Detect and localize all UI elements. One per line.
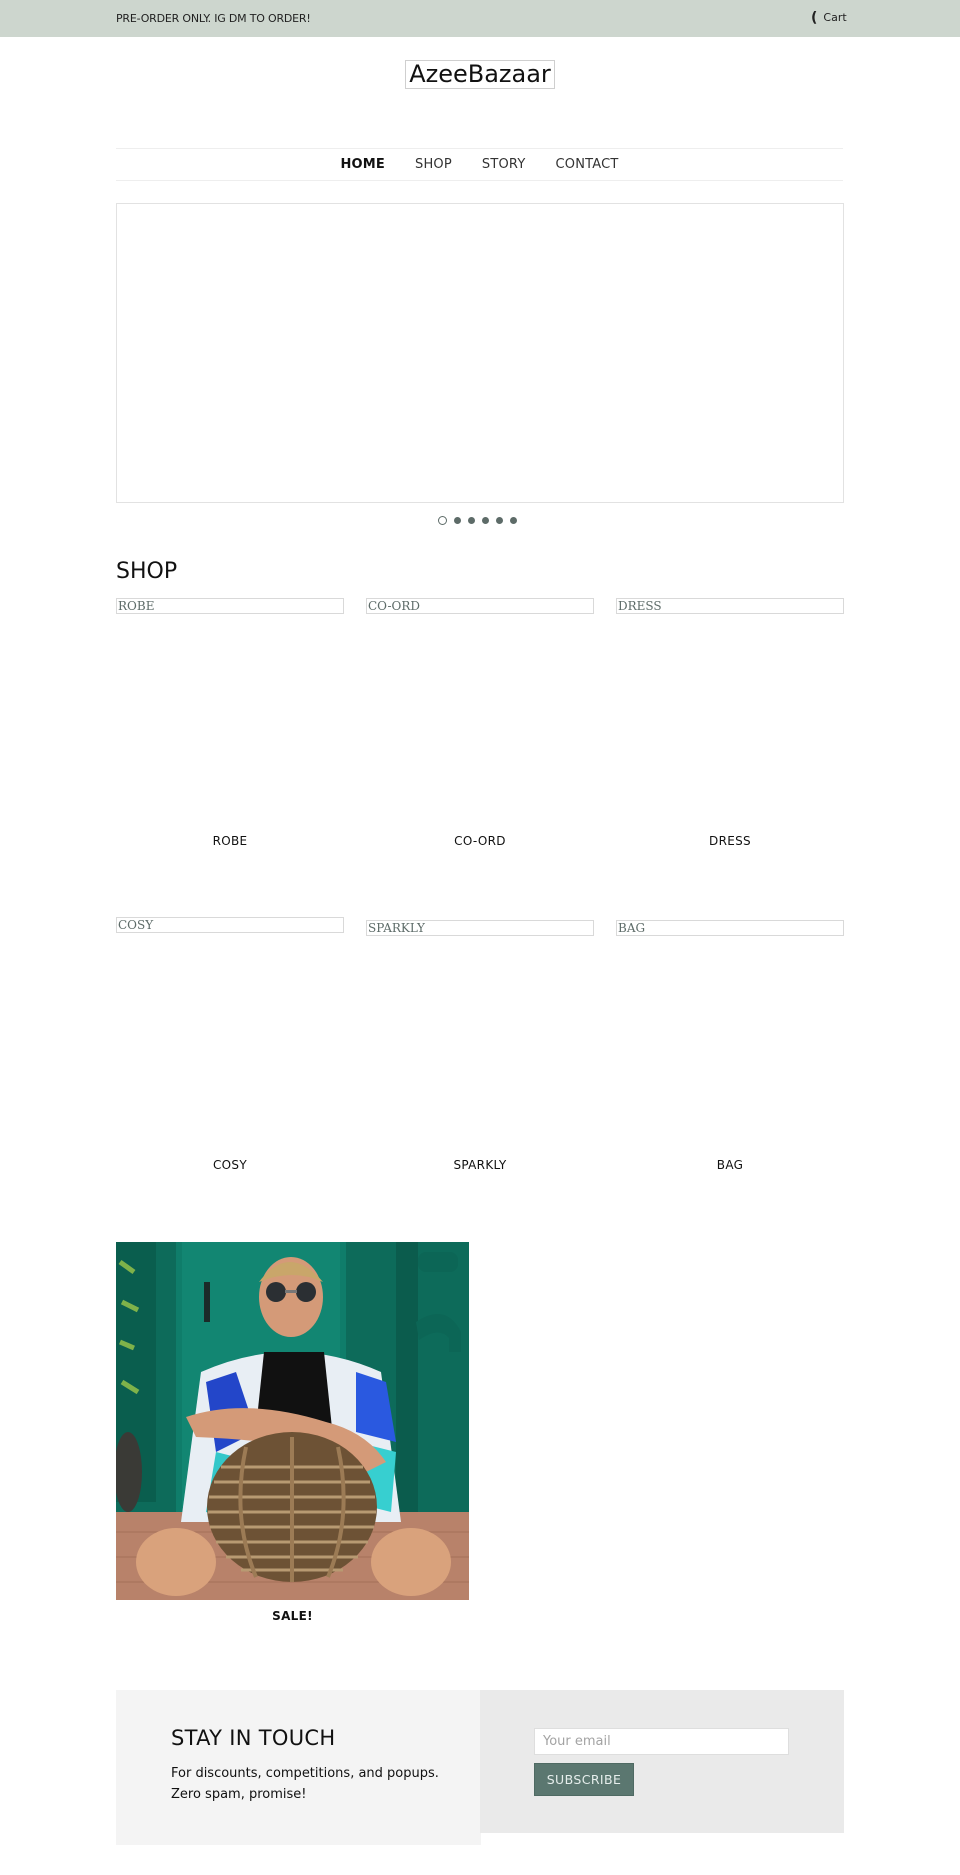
collection-bag[interactable]: BAG BAG bbox=[616, 920, 844, 1180]
nav-item-story[interactable]: STORY bbox=[482, 157, 526, 172]
hero-slideshow[interactable] bbox=[116, 203, 844, 503]
collection-image-placeholder: BAG bbox=[616, 920, 844, 936]
subscribe-button[interactable]: SUBSCRIBE bbox=[534, 1763, 634, 1796]
collection-image-placeholder: SPARKLY bbox=[366, 920, 594, 936]
newsletter-heading: STAY IN TOUCH bbox=[171, 1726, 336, 1750]
collection-image-placeholder: DRESS bbox=[616, 598, 844, 614]
collection-dress[interactable]: DRESS DRESS bbox=[616, 598, 844, 858]
newsletter-info: STAY IN TOUCH For discounts, competition… bbox=[116, 1690, 481, 1845]
nav-item-shop[interactable]: SHOP bbox=[415, 157, 452, 172]
collection-label: SPARKLY bbox=[453, 1158, 507, 1172]
collection-label: ROBE bbox=[212, 834, 248, 848]
collection-image-placeholder: ROBE bbox=[116, 598, 344, 614]
collection-image-placeholder: COSY bbox=[116, 917, 344, 933]
collection-label: BAG bbox=[716, 1158, 744, 1172]
newsletter-text: For discounts, competitions, and popups.… bbox=[171, 1766, 439, 1802]
shop-heading: SHOP bbox=[116, 559, 178, 584]
slide-dot-6[interactable] bbox=[510, 517, 517, 524]
slideshow-pagination bbox=[438, 516, 517, 525]
slide-dot-3[interactable] bbox=[468, 517, 475, 524]
email-input[interactable] bbox=[534, 1728, 789, 1755]
sale-label: SALE! bbox=[272, 1609, 313, 1623]
collection-co-ord[interactable]: CO-ORD CO-ORD bbox=[366, 598, 594, 858]
cart-label: Cart bbox=[823, 11, 847, 24]
sale-collection[interactable]: SALE! bbox=[116, 1242, 469, 1623]
nav-item-home[interactable]: HOME bbox=[340, 157, 385, 172]
announcement-text: PRE-ORDER ONLY. IG DM TO ORDER! bbox=[116, 12, 311, 25]
collection-image-placeholder: CO-ORD bbox=[366, 598, 594, 614]
collection-sparkly[interactable]: SPARKLY SPARKLY bbox=[366, 920, 594, 1180]
cart-link[interactable]: ( Cart bbox=[811, 9, 847, 26]
collection-label: CO-ORD bbox=[454, 834, 506, 848]
collection-label: DRESS bbox=[709, 834, 751, 848]
collection-label: COSY bbox=[213, 1158, 247, 1172]
slide-dot-5[interactable] bbox=[496, 517, 503, 524]
slide-dot-1[interactable] bbox=[438, 516, 447, 525]
sale-image bbox=[116, 1242, 469, 1600]
newsletter-form: SUBSCRIBE bbox=[480, 1690, 844, 1833]
announcement-bar: PRE-ORDER ONLY. IG DM TO ORDER! ( Cart bbox=[0, 0, 960, 37]
collection-cosy[interactable]: COSY COSY bbox=[116, 917, 344, 1177]
collection-robe[interactable]: ROBE ROBE bbox=[116, 598, 344, 858]
site-logo[interactable]: AzeeBazaar bbox=[405, 60, 555, 89]
slide-dot-4[interactable] bbox=[482, 517, 489, 524]
main-nav: HOME SHOP STORY CONTACT bbox=[116, 148, 843, 181]
bag-icon: ( bbox=[811, 9, 818, 26]
slide-dot-2[interactable] bbox=[454, 517, 461, 524]
nav-item-contact[interactable]: CONTACT bbox=[555, 157, 618, 172]
